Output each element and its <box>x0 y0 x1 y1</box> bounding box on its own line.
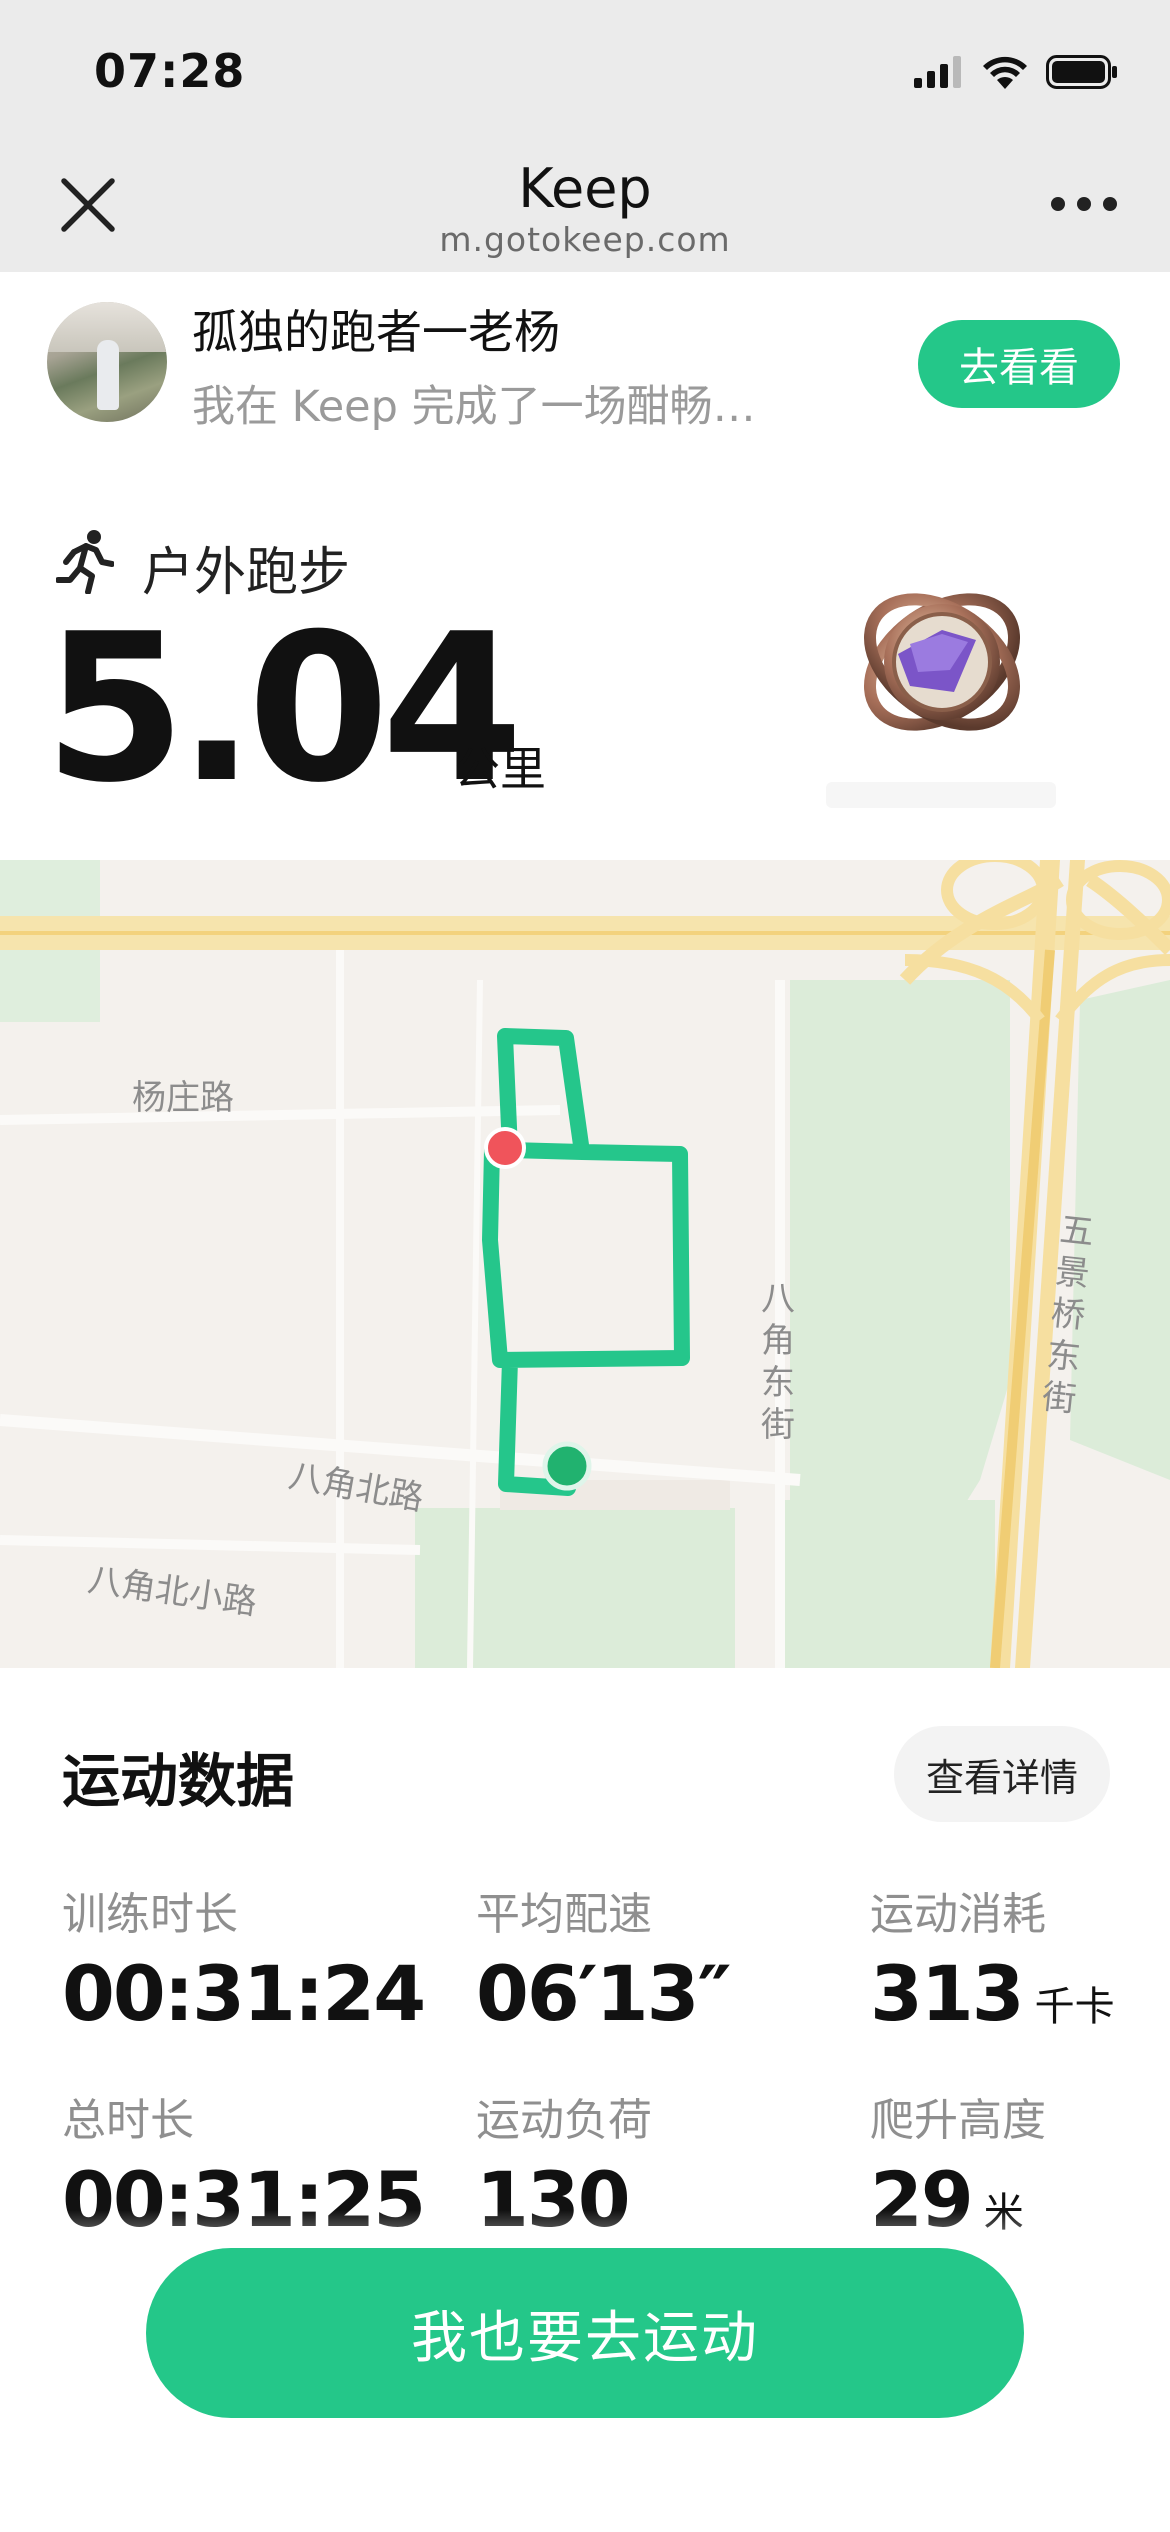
share-message: 我在 Keep 完成了一场酣畅… <box>192 382 756 432</box>
status-icons <box>914 52 1118 92</box>
stat-value: 00:31:24 <box>62 1949 426 2038</box>
stat-value: 313 <box>870 1949 1025 2038</box>
status-time: 07:28 <box>94 44 246 98</box>
distance-unit: 公里 <box>454 742 546 796</box>
browser-header: 07:28 Keep m.gotokeep.com <box>0 0 1170 272</box>
runner-icon <box>56 530 114 594</box>
signal-icon <box>914 56 961 88</box>
page-url: m.gotokeep.com <box>439 220 731 259</box>
distance-value: 5.04 <box>44 591 523 828</box>
avatar[interactable] <box>47 302 167 422</box>
end-marker <box>484 1127 526 1169</box>
view-details-button[interactable]: 查看详情 <box>894 1726 1110 1822</box>
page-title: Keep <box>518 157 652 220</box>
badge-caption-ghost <box>826 782 1056 808</box>
start-workout-button[interactable]: 我也要去运动 <box>146 2248 1024 2418</box>
stat-label: 平均配速 <box>476 1889 652 1940</box>
route-map[interactable]: 杨庄路 八角东街 五景桥东街 八角北路 八角北小路 <box>0 860 1170 1668</box>
stat-training-duration: 训练时长 00:31:24 <box>62 1878 426 2032</box>
more-options-icon[interactable] <box>1050 194 1118 214</box>
stat-average-pace: 平均配速 06′13″ <box>476 1878 732 2032</box>
wifi-icon <box>983 56 1027 89</box>
share-banner: 孤独的跑者一老杨 我在 Keep 完成了一场酣畅… 去看看 <box>0 272 1170 442</box>
battery-icon <box>1046 55 1117 89</box>
stat-label: 运动消耗 <box>870 1889 1046 1940</box>
start-marker <box>542 1441 592 1491</box>
medal-badge-icon[interactable] <box>858 574 1026 750</box>
stat-calories: 运动消耗 313 千卡 <box>870 1878 1115 2032</box>
user-name: 孤独的跑者一老杨 <box>192 305 560 359</box>
map-canvas <box>0 860 1170 1668</box>
stat-unit: 千卡 <box>1034 1984 1115 2030</box>
stats-section-title: 运动数据 <box>62 1747 295 1815</box>
stat-label: 爬升高度 <box>870 2095 1046 2146</box>
stat-label: 训练时长 <box>62 1889 238 1940</box>
map-label-bajiao-east-street: 八角东街 <box>761 1279 795 1445</box>
go-see-button[interactable]: 去看看 <box>918 320 1120 408</box>
stat-label: 总时长 <box>62 2095 194 2146</box>
stat-label: 运动负荷 <box>476 2095 652 2146</box>
stat-value: 06′13″ <box>476 1949 732 2038</box>
map-label-yangzhuang-road: 杨庄路 <box>132 1078 234 1118</box>
